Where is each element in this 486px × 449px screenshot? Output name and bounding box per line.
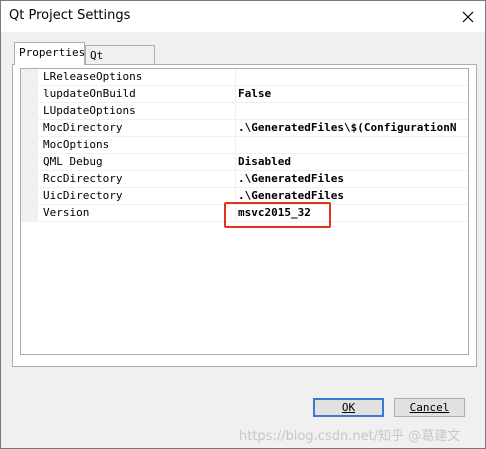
ok-button[interactable]: OK — [313, 398, 384, 417]
property-row-qml-debug[interactable]: QML Debug Disabled — [21, 154, 468, 171]
tab-properties[interactable]: Properties — [14, 42, 85, 65]
property-name: lupdateOnBuild — [43, 87, 136, 100]
qt-project-settings-dialog: Qt Project Settings Properties Qt Module… — [0, 0, 486, 449]
property-row-rccdirectory[interactable]: RccDirectory .\GeneratedFiles — [21, 171, 468, 188]
property-value[interactable]: .\GeneratedFiles — [238, 172, 344, 185]
row-gutter — [21, 120, 38, 137]
property-value[interactable]: Disabled — [238, 155, 291, 168]
row-gutter — [21, 103, 38, 120]
property-value[interactable]: .\GeneratedFiles — [238, 189, 344, 202]
cancel-button-label: Cancel — [409, 401, 450, 414]
title-bar: Qt Project Settings — [1, 1, 485, 32]
row-gutter — [21, 188, 38, 205]
version-highlight-box — [224, 202, 331, 228]
tab-properties-label: Properties — [19, 46, 86, 59]
cancel-button[interactable]: Cancel — [394, 398, 465, 417]
column-divider — [235, 120, 236, 137]
row-gutter — [21, 154, 38, 171]
column-divider — [235, 137, 236, 154]
window-title: Qt Project Settings — [9, 8, 131, 23]
property-name: LReleaseOptions — [43, 70, 143, 83]
property-row-lupdateoptions[interactable]: LUpdateOptions — [21, 103, 468, 120]
close-button[interactable] — [451, 1, 485, 32]
ok-button-label: OK — [341, 401, 356, 414]
property-row-lreleaseoptions[interactable]: LReleaseOptions — [21, 69, 468, 86]
property-name: Version — [43, 206, 90, 219]
property-row-mocoptions[interactable]: MocOptions — [21, 137, 468, 154]
property-name: RccDirectory — [43, 172, 123, 185]
row-gutter — [21, 137, 38, 154]
column-divider — [235, 86, 236, 103]
column-divider — [235, 171, 236, 188]
property-name: MocOptions — [43, 138, 110, 151]
column-divider — [235, 69, 236, 86]
close-icon — [462, 11, 474, 22]
watermark-text: https://blog.csdn.net/知乎 @葛建文 — [239, 429, 461, 444]
row-gutter — [21, 86, 38, 103]
property-name: QML Debug — [43, 155, 103, 168]
property-value[interactable]: False — [238, 87, 271, 100]
tab-qt-modules[interactable]: Qt Modules — [85, 45, 155, 75]
column-divider — [235, 103, 236, 120]
property-row-lupdateonbuild[interactable]: lupdateOnBuild False — [21, 86, 468, 103]
property-value[interactable]: .\GeneratedFiles\$(ConfigurationN — [238, 121, 457, 134]
property-name: LUpdateOptions — [43, 104, 136, 117]
property-name: MocDirectory — [43, 121, 123, 134]
row-gutter — [21, 205, 38, 222]
row-gutter — [21, 171, 38, 188]
property-row-mocdirectory[interactable]: MocDirectory .\GeneratedFiles\$(Configur… — [21, 120, 468, 137]
row-gutter — [21, 69, 38, 86]
property-name: UicDirectory — [43, 189, 123, 202]
column-divider — [235, 154, 236, 171]
